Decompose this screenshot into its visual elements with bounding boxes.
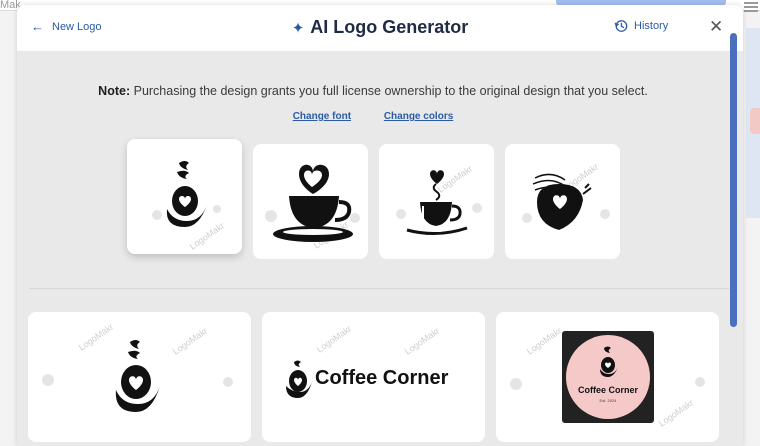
ai-logo-generator-modal: ← New Logo ✦ AI Logo Generator History ✕ … <box>17 5 743 446</box>
badge-brand-text: Coffee Corner <box>577 385 638 395</box>
history-clock-icon <box>614 20 628 32</box>
brand-name-text: Coffee Corner <box>315 367 449 389</box>
license-note: Note: Purchasing the design grants you f… <box>17 84 729 98</box>
preview-badge <box>510 331 705 423</box>
sparkle-icon: ✦ <box>291 20 305 37</box>
change-font-link[interactable]: Change font <box>293 111 351 122</box>
modal-header: ← New Logo ✦ AI Logo Generator History ✕ <box>17 5 743 51</box>
edit-links: Change font Change colors <box>17 111 729 122</box>
coffee-cup-saucer-icon <box>265 164 360 242</box>
history-label: History <box>634 20 669 32</box>
hand-heart-cup-icon <box>522 173 610 230</box>
badge-subtitle-text: Est. 2024 <box>599 398 617 403</box>
logo-preview-card-wordmark[interactable]: LogoMakr LogoMakr Coffee Corner <box>262 312 485 442</box>
logo-preview-card-icon[interactable]: LogoMakr LogoMakr <box>28 312 251 442</box>
change-colors-link[interactable]: Change colors <box>384 111 453 122</box>
preview-cup-icon <box>42 340 233 412</box>
hamburger-menu-icon <box>744 2 758 12</box>
logo-icon-option-3[interactable]: LogoMakr <box>379 144 494 259</box>
modal-scrollbar[interactable] <box>730 33 737 327</box>
logo-preview-card-badge[interactable]: LogoMakr LogoMakr Coffee Corner Est. 202… <box>496 312 719 442</box>
steaming-cup-heart-icon <box>152 161 221 227</box>
background-page-accent <box>750 108 760 134</box>
history-button[interactable]: History <box>614 19 668 33</box>
cup-with-heart-icon <box>396 170 482 235</box>
section-divider <box>29 288 729 289</box>
note-lead: Note: <box>98 84 131 98</box>
note-text: Purchasing the design grants you full li… <box>133 84 648 98</box>
logo-icon-option-2[interactable]: LogoMakr <box>253 144 368 259</box>
logo-icon-option-4[interactable]: LogoMakr <box>505 144 620 259</box>
modal-title-text: AI Logo Generator <box>310 17 469 37</box>
logo-icon-option-1[interactable]: LogoMakr <box>127 139 242 254</box>
close-button[interactable]: ✕ <box>709 17 723 37</box>
close-icon: ✕ <box>709 17 724 36</box>
